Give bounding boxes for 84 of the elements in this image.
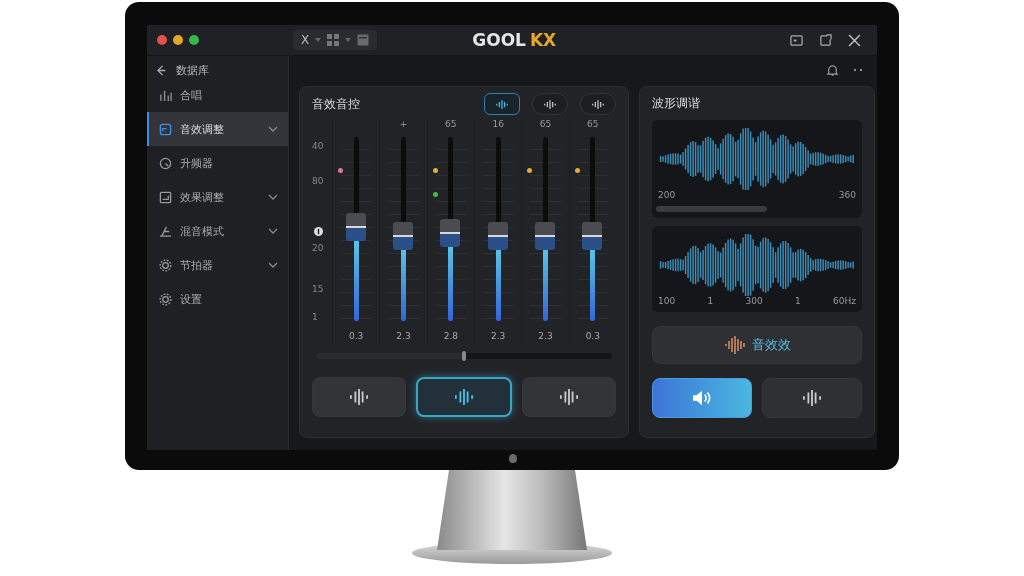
tile-icon	[159, 122, 172, 136]
window-icon[interactable]	[357, 34, 370, 46]
fader-thumb[interactable]	[534, 222, 555, 251]
more-icon[interactable]	[853, 68, 863, 72]
close-icon[interactable]	[848, 33, 861, 47]
sidebar-item[interactable]: 混音模式	[147, 214, 288, 248]
axis-label: 1	[795, 296, 801, 306]
channel-header: 65	[587, 119, 599, 129]
logo-text: GOOL	[472, 30, 526, 50]
effect-button[interactable]: 音效效	[652, 326, 862, 364]
analyzer-title: 波形调谐	[652, 95, 701, 112]
mode-button[interactable]	[532, 93, 568, 115]
scrollbar[interactable]	[656, 206, 768, 212]
waveform-icon	[453, 388, 475, 406]
axis-label: 60Hz	[833, 296, 856, 306]
sidebar-item[interactable]: 合唱	[147, 78, 288, 112]
axis-label: 360	[838, 190, 856, 200]
ramp-icon	[159, 224, 172, 238]
toolbar-label[interactable]: X	[301, 33, 310, 47]
scale-label: 80	[312, 175, 324, 186]
scale-label: 1	[312, 312, 318, 323]
mixer-title: 音效音控	[312, 95, 360, 113]
waveform-icon	[558, 388, 580, 406]
balance-slider[interactable]	[316, 353, 612, 359]
channel-value: 2.8	[443, 331, 458, 341]
channel-value: 0.3	[349, 331, 364, 341]
preset-button[interactable]	[312, 377, 406, 417]
gear-icon	[159, 258, 172, 272]
balance-thumb[interactable]	[462, 351, 466, 361]
channel-header: 65	[539, 119, 552, 129]
logo-text: KX	[529, 30, 557, 50]
logo-icon	[509, 454, 517, 463]
info-icon	[314, 226, 323, 236]
preset-button[interactable]	[522, 377, 616, 417]
channel-value: 2.3	[491, 331, 506, 341]
sidebar-item[interactable]: 音效调整	[147, 112, 288, 146]
sidebar-item[interactable]: 效果调整	[147, 180, 288, 214]
waveform-icon	[801, 389, 823, 407]
waveform-icon	[723, 335, 748, 355]
grid-icon[interactable]	[327, 34, 340, 46]
scale-label: 20	[312, 243, 324, 253]
sidebar-item[interactable]: 升频器	[147, 146, 288, 180]
fader-thumb[interactable]	[582, 222, 603, 251]
fader-thumb[interactable]	[345, 213, 366, 242]
mode-button[interactable]	[580, 93, 616, 115]
channel-header: +	[399, 119, 408, 129]
axis-label: 100	[658, 296, 676, 306]
waveform-icon	[495, 98, 509, 110]
channel-header: 16	[492, 119, 504, 129]
gear-icon	[159, 292, 172, 306]
speaker-icon	[691, 389, 713, 407]
dial-icon	[159, 156, 172, 170]
external-icon[interactable]	[819, 33, 832, 47]
waveform-icon	[348, 388, 370, 406]
axis-label: 300	[745, 296, 763, 306]
minimize-dot[interactable]	[173, 35, 183, 45]
channel-value: 2.3	[538, 331, 553, 341]
mode-button[interactable]	[484, 93, 520, 115]
preset-button[interactable]	[416, 377, 512, 417]
scale-label: 15	[312, 283, 324, 294]
picture-in-picture-icon[interactable]	[790, 33, 803, 47]
bell-icon[interactable]	[826, 63, 839, 77]
channel-value: 2.3	[396, 331, 411, 341]
equalizer-icon	[159, 88, 172, 102]
back-link[interactable]: 数据库	[147, 62, 288, 78]
waveform-button[interactable]	[762, 378, 862, 418]
caret-icon	[345, 38, 352, 42]
sidebar-item[interactable]: 设置	[147, 282, 288, 316]
close-dot[interactable]	[157, 35, 167, 45]
fader-thumb[interactable]	[487, 222, 508, 251]
waveform-icon	[591, 98, 605, 110]
fader-thumb[interactable]	[440, 218, 461, 247]
axis-label: 200	[658, 190, 676, 200]
axis-label: 1	[707, 296, 714, 306]
speaker-button[interactable]	[652, 378, 752, 418]
zoom-dot[interactable]	[189, 35, 199, 45]
panel-icon	[159, 190, 172, 204]
channel-value: 0.3	[585, 331, 600, 341]
fader-thumb[interactable]	[393, 222, 413, 251]
caret-icon	[315, 38, 322, 42]
sidebar-item[interactable]: 节拍器	[147, 248, 288, 282]
waveform-icon	[543, 98, 557, 110]
channel-header: 65	[445, 119, 457, 129]
scale-label: 40	[312, 141, 324, 151]
